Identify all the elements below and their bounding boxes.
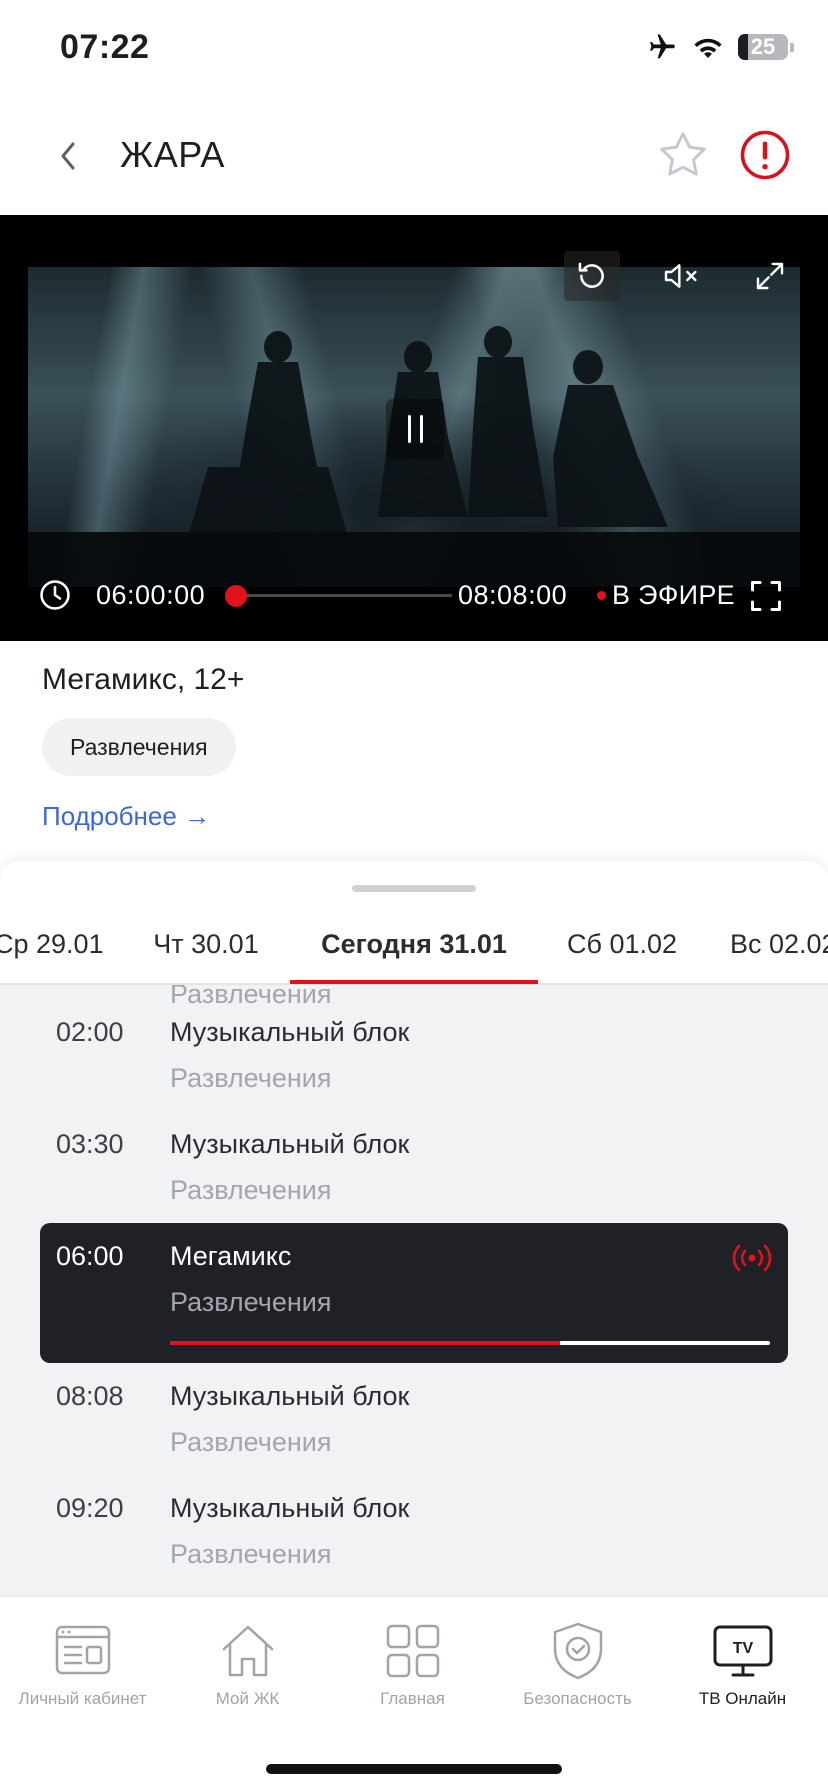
volume-mute-icon [664,264,697,288]
tv-icon: TV [713,1625,772,1677]
program-title: Мегамикс, 12+ [42,663,245,696]
tab-day-sat[interactable]: Сб 01.02 [552,929,692,983]
airplane-icon [650,34,675,59]
restart-button[interactable] [564,251,620,301]
tab-label: ТВ Онлайн [698,1689,787,1708]
status-time: 07:22 [60,28,150,66]
status-icons: 25 [646,32,794,62]
program-name: Музыкальный блок [170,1493,410,1523]
expand-button[interactable] [742,251,798,301]
mute-button[interactable] [654,251,710,301]
more-details-link[interactable]: Подробнее → [42,801,210,832]
tab-day-thu[interactable]: Чт 30.01 [136,929,276,983]
fullscreen-icon [751,581,781,611]
sheet-handle[interactable] [352,885,476,892]
pause-button[interactable] [386,399,444,459]
expand-icon [756,262,784,290]
program-time: 08:08 [56,1381,124,1411]
nav-bar: ЖАРА [0,100,828,215]
tab-label: Личный кабинет [18,1689,147,1708]
program-time: 02:00 [56,1017,124,1047]
battery-icon: 25 [738,34,788,60]
list-item[interactable]: 08:08 Музыкальный блок Развлечения [40,1363,788,1475]
tab-label: Мой ЖК [215,1689,280,1708]
program-end-time: 08:08:00 [458,580,568,610]
program-genre: Развлечения [170,1539,332,1569]
tab-security[interactable]: Безопасность [495,1619,660,1719]
list-item[interactable]: 03:30 Музыкальный блок Развлечения [40,1111,788,1223]
clock-icon [40,580,70,610]
star-icon [660,132,706,176]
tab-day-wed[interactable]: Ср 29.01 [0,929,104,983]
day-tabs: Ср 29.01 Чт 30.01 Сегодня 31.01 Сб 01.02… [0,917,828,985]
battery-level: 25 [750,34,776,59]
home-indicator [266,1764,562,1774]
svg-text:TV: TV [732,1640,753,1657]
tab-label: Безопасность [523,1689,632,1708]
status-bar: 07:22 25 [0,0,828,100]
tab-my-complex[interactable]: Мой ЖК [165,1619,330,1719]
active-tab-indicator [290,980,538,984]
broadcast-icon [732,1244,772,1272]
seek-thumb[interactable] [225,585,247,607]
fullscreen-button[interactable] [748,578,784,614]
tab-tv-online[interactable]: TV ТВ Онлайн [660,1619,825,1719]
program-genre: Развлечения [170,1287,332,1317]
program-genre: Развлечения [170,1427,332,1457]
bottom-tab-bar: Личный кабинет Мой ЖК Главная Безопаснос… [0,1596,828,1792]
program-time: 09:20 [56,1493,124,1523]
program-progress-bar [170,1341,770,1345]
list-item[interactable]: 02:00 Музыкальный блок Развлечения [40,999,788,1111]
tab-personal-account[interactable]: Личный кабинет [0,1619,165,1719]
alert-circle-icon [740,130,790,180]
program-genre: Развлечения [170,1063,332,1093]
program-name: Музыкальный блок [170,1381,410,1411]
program-name: Музыкальный блок [170,1129,410,1159]
rewind-icon [578,262,604,288]
list-item[interactable]: 09:20 Музыкальный блок Развлечения [40,1475,788,1587]
genre-chip: Развлечения [42,718,236,776]
program-name: Музыкальный блок [170,1017,410,1047]
program-start-time: 06:00:00 [96,580,206,610]
favorite-button[interactable] [656,128,710,182]
program-name: Мегамикс [170,1241,292,1271]
schedule-list: Развлечения 02:00 Музыкальный блок Развл… [0,985,828,1596]
program-genre: Развлечения [170,1175,332,1205]
archive-button[interactable] [38,578,72,612]
shield-icon [553,1622,602,1680]
back-button[interactable] [48,136,88,176]
program-time: 03:30 [56,1129,124,1159]
grid-icon [386,1624,439,1678]
schedule-sheet: Ср 29.01 Чт 30.01 Сегодня 31.01 Сб 01.02… [0,861,828,1596]
seek-track[interactable] [234,594,452,597]
account-icon [55,1625,110,1675]
live-button[interactable]: В ЭФИРЕ [612,580,735,611]
video-player[interactable]: 06:00:00 08:08:00 В ЭФИРЕ [0,215,828,641]
tab-day-today[interactable]: Сегодня 31.01 [300,929,528,983]
wifi-icon [694,38,722,59]
channel-title: ЖАРА [120,134,225,175]
program-info: Мегамикс, 12+ Развлечения Подробнее → [0,641,828,861]
list-item-current[interactable]: 06:00 Мегамикс Развлечения [40,1223,788,1363]
program-progress-fill [170,1341,560,1345]
tab-main[interactable]: Главная [330,1619,495,1719]
tab-day-sun[interactable]: Вс 02.02 [730,929,828,983]
chevron-left-icon [61,142,75,170]
program-time: 06:00 [56,1241,124,1271]
player-controls: 06:00:00 08:08:00 В ЭФИРЕ [0,570,828,620]
report-button[interactable] [738,128,792,182]
tab-label: Главная [380,1689,445,1708]
home-icon [222,1625,273,1677]
live-dot [597,591,606,600]
